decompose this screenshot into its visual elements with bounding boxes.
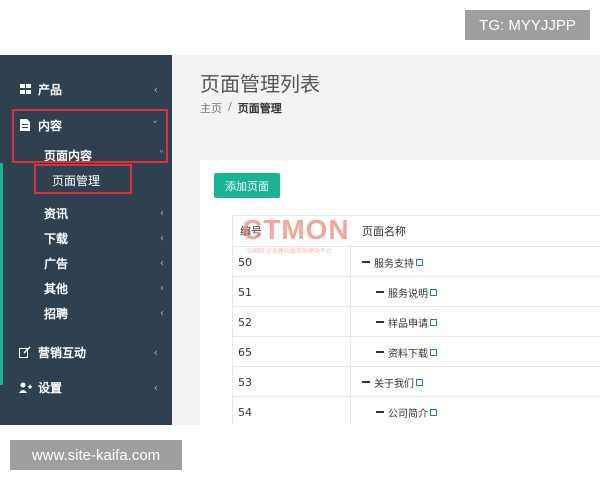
collapse-icon[interactable] xyxy=(376,411,384,413)
chevron-left-icon: ‹ xyxy=(160,233,164,244)
sidebar-item-label: 广告 xyxy=(44,257,69,271)
page-title: 页面管理列表 xyxy=(200,72,320,96)
row-id: 54 xyxy=(238,405,252,419)
chevron-left-icon: ‹ xyxy=(153,82,158,96)
ctmon-logo-subtext: 中国网·企业建站服务商建站平台 xyxy=(246,248,332,255)
table-column-divider xyxy=(350,245,351,425)
edit-icon xyxy=(18,345,32,359)
breadcrumb-separator: / xyxy=(228,100,232,113)
external-link-icon[interactable] xyxy=(430,318,437,326)
chevron-left-icon: ‹ xyxy=(160,283,164,294)
row-id: 53 xyxy=(238,375,252,389)
highlight-box-content xyxy=(12,109,168,163)
chevron-left-icon: ‹ xyxy=(160,308,164,319)
highlight-box-page-manage xyxy=(34,164,132,194)
row-name: 样品申请 xyxy=(376,307,437,337)
ctmon-logo: CTMON xyxy=(242,214,350,245)
row-id: 52 xyxy=(238,315,252,329)
sidebar-item-label: 下载 xyxy=(44,232,69,246)
table-row[interactable]: 52 样品申请 xyxy=(232,306,600,337)
row-id: 51 xyxy=(238,285,252,299)
chevron-left-icon: ‹ xyxy=(160,208,164,219)
collapse-icon[interactable] xyxy=(362,261,370,263)
table-row[interactable]: 54 公司简介 xyxy=(232,396,600,427)
chevron-left-icon: ‹ xyxy=(153,380,158,394)
users-icon xyxy=(18,380,32,394)
collapse-icon[interactable] xyxy=(376,291,384,293)
external-link-icon[interactable] xyxy=(430,288,437,296)
sidebar-item-label: 其他 xyxy=(44,282,69,296)
table-row[interactable]: 65 资料下载 xyxy=(232,336,600,367)
row-name: 资料下载 xyxy=(376,337,437,367)
sidebar-item-label: 资讯 xyxy=(44,207,69,221)
row-name: 服务支持 xyxy=(362,247,423,277)
sidebar-item-ads[interactable]: 广告 ‹ xyxy=(0,251,172,276)
watermark-bottom: www.site-kaifa.com xyxy=(10,440,182,470)
sidebar-item-settings[interactable]: 设置 ‹ xyxy=(0,370,172,404)
sidebar-item-label: 招聘 xyxy=(44,307,69,321)
breadcrumb: 主页 / 页面管理 xyxy=(200,100,282,116)
sidebar-item-label: 产品 xyxy=(38,82,63,97)
table-row[interactable]: 51 服务说明 xyxy=(232,276,600,307)
grid-icon xyxy=(18,82,32,96)
breadcrumb-home[interactable]: 主页 xyxy=(200,100,222,116)
table-row[interactable]: 53 关于我们 xyxy=(232,366,600,397)
sidebar-item-download[interactable]: 下载 ‹ xyxy=(0,226,172,251)
row-name: 服务说明 xyxy=(376,277,437,307)
chevron-left-icon: ‹ xyxy=(153,345,158,359)
sidebar-item-jobs[interactable]: 招聘 ‹ xyxy=(0,301,172,326)
breadcrumb-current: 页面管理 xyxy=(237,102,282,115)
table-header-name: 页面名称 xyxy=(362,225,406,238)
collapse-icon[interactable] xyxy=(376,321,384,323)
external-link-icon[interactable] xyxy=(416,378,423,386)
sidebar-item-products[interactable]: 产品 ‹ xyxy=(0,72,172,106)
table-left-border xyxy=(232,215,233,425)
external-link-icon[interactable] xyxy=(430,408,437,416)
add-page-button[interactable]: 添加页面 xyxy=(214,173,280,198)
sidebar-item-other[interactable]: 其他 ‹ xyxy=(0,276,172,301)
watermark-top: TG: MYYJJPP xyxy=(465,10,590,40)
external-link-icon[interactable] xyxy=(416,258,423,266)
row-name: 关于我们 xyxy=(362,367,423,397)
sidebar-item-label: 设置 xyxy=(38,380,63,395)
row-id: 65 xyxy=(238,345,252,359)
collapse-icon[interactable] xyxy=(362,381,370,383)
chevron-left-icon: ‹ xyxy=(160,258,164,269)
sidebar-item-label: 营销互动 xyxy=(38,345,87,360)
external-link-icon[interactable] xyxy=(430,348,437,356)
collapse-icon[interactable] xyxy=(376,351,384,353)
sidebar-item-news[interactable]: 资讯 ‹ xyxy=(0,201,172,226)
sidebar-item-marketing[interactable]: 营销互动 ‹ xyxy=(0,335,172,369)
row-name: 公司简介 xyxy=(376,397,437,427)
